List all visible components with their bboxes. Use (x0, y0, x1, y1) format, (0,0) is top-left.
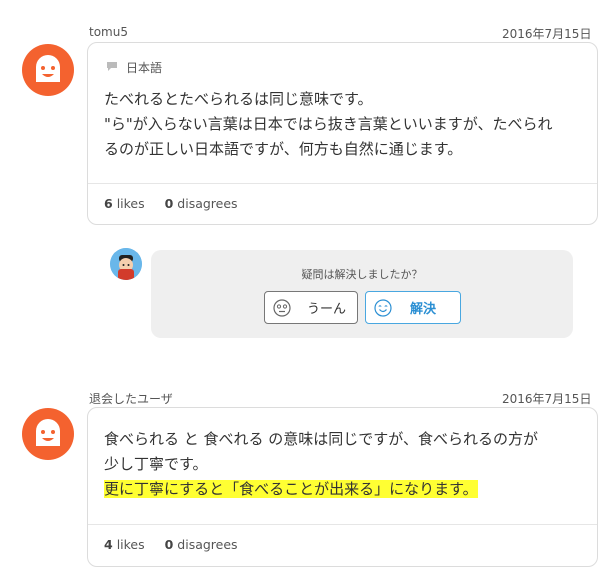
post-2-likes-count[interactable]: 4 (104, 537, 113, 552)
user-avatar-icon (110, 248, 142, 280)
post-1-stats: 6 likes 0 disagrees (104, 196, 238, 211)
post-1-body: たべれるとたべられるは同じ意味です。 "ら"が入らない言葉は日本ではら抜き言葉と… (104, 87, 584, 162)
post-2-body: 食べられる と 食べれる の意味は同じですが、食べられるの方が 少し丁寧です。 … (104, 427, 584, 502)
post-2-avatar[interactable] (22, 408, 74, 460)
post-1-disagrees-count[interactable]: 0 (165, 196, 174, 211)
post-1-card: 日本語 たべれるとたべられるは同じ意味です。 "ら"が入らない言葉は日本ではら抜… (87, 42, 598, 225)
asker-avatar[interactable] (110, 248, 142, 280)
post-2-username[interactable]: 退会したユーザ (89, 390, 173, 407)
solved-button-label: 解決 (410, 302, 437, 317)
post-2-line-1: 食べられる と 食べれる の意味は同じですが、食べられるの方が (104, 430, 539, 448)
post-1-username[interactable]: tomu5 (89, 25, 128, 39)
smiling-face-icon (374, 298, 392, 317)
resolution-question: 疑問は解決しましたか？ (301, 268, 423, 281)
post-1-date: 2016年7月15日 (502, 27, 592, 41)
post-1-line-1: たべれるとたべられるは同じ意味です。 (104, 90, 373, 108)
post-2-disagrees-count[interactable]: 0 (165, 537, 174, 552)
hmm-button-label: うーん (307, 302, 347, 317)
post-1-likes-label[interactable]: likes (117, 196, 145, 211)
ghost-avatar-icon (36, 419, 60, 446)
post-2-line-2: 少し丁寧です。 (104, 455, 208, 473)
solved-button[interactable]: 解決 (365, 291, 461, 324)
post-1-disagrees-label[interactable]: disagrees (177, 196, 237, 211)
post-2-disagrees-label[interactable]: disagrees (177, 537, 237, 552)
hmm-button[interactable]: うーん (264, 291, 358, 324)
post-1-divider (88, 183, 597, 184)
post-2-likes-label[interactable]: likes (117, 537, 145, 552)
resolution-panel: 疑問は解決しましたか？ うーん 解決 (151, 250, 573, 338)
post-2-divider (88, 524, 597, 525)
comment-bubble-icon (106, 60, 118, 75)
post-2-date: 2016年7月15日 (502, 392, 592, 406)
post-1-language-label: 日本語 (126, 61, 163, 75)
post-1-language: 日本語 (106, 59, 162, 76)
thinking-face-icon (273, 298, 291, 317)
post-2-card: 食べられる と 食べれる の意味は同じですが、食べられるの方が 少し丁寧です。 … (87, 407, 598, 567)
post-1-line-2: "ら"が入らない言葉は日本ではら抜き言葉といいますが、たべられ (104, 115, 553, 133)
post-1-line-3: るのが正しい日本語ですが、何方も自然に通じます。 (104, 140, 463, 158)
post-1-avatar[interactable] (22, 44, 74, 96)
post-2-highlighted-line: 更に丁寧にすると「食べることが出来る」になります。 (104, 480, 478, 498)
post-2-stats: 4 likes 0 disagrees (104, 537, 238, 552)
post-1-likes-count[interactable]: 6 (104, 196, 113, 211)
ghost-avatar-icon (36, 55, 60, 82)
